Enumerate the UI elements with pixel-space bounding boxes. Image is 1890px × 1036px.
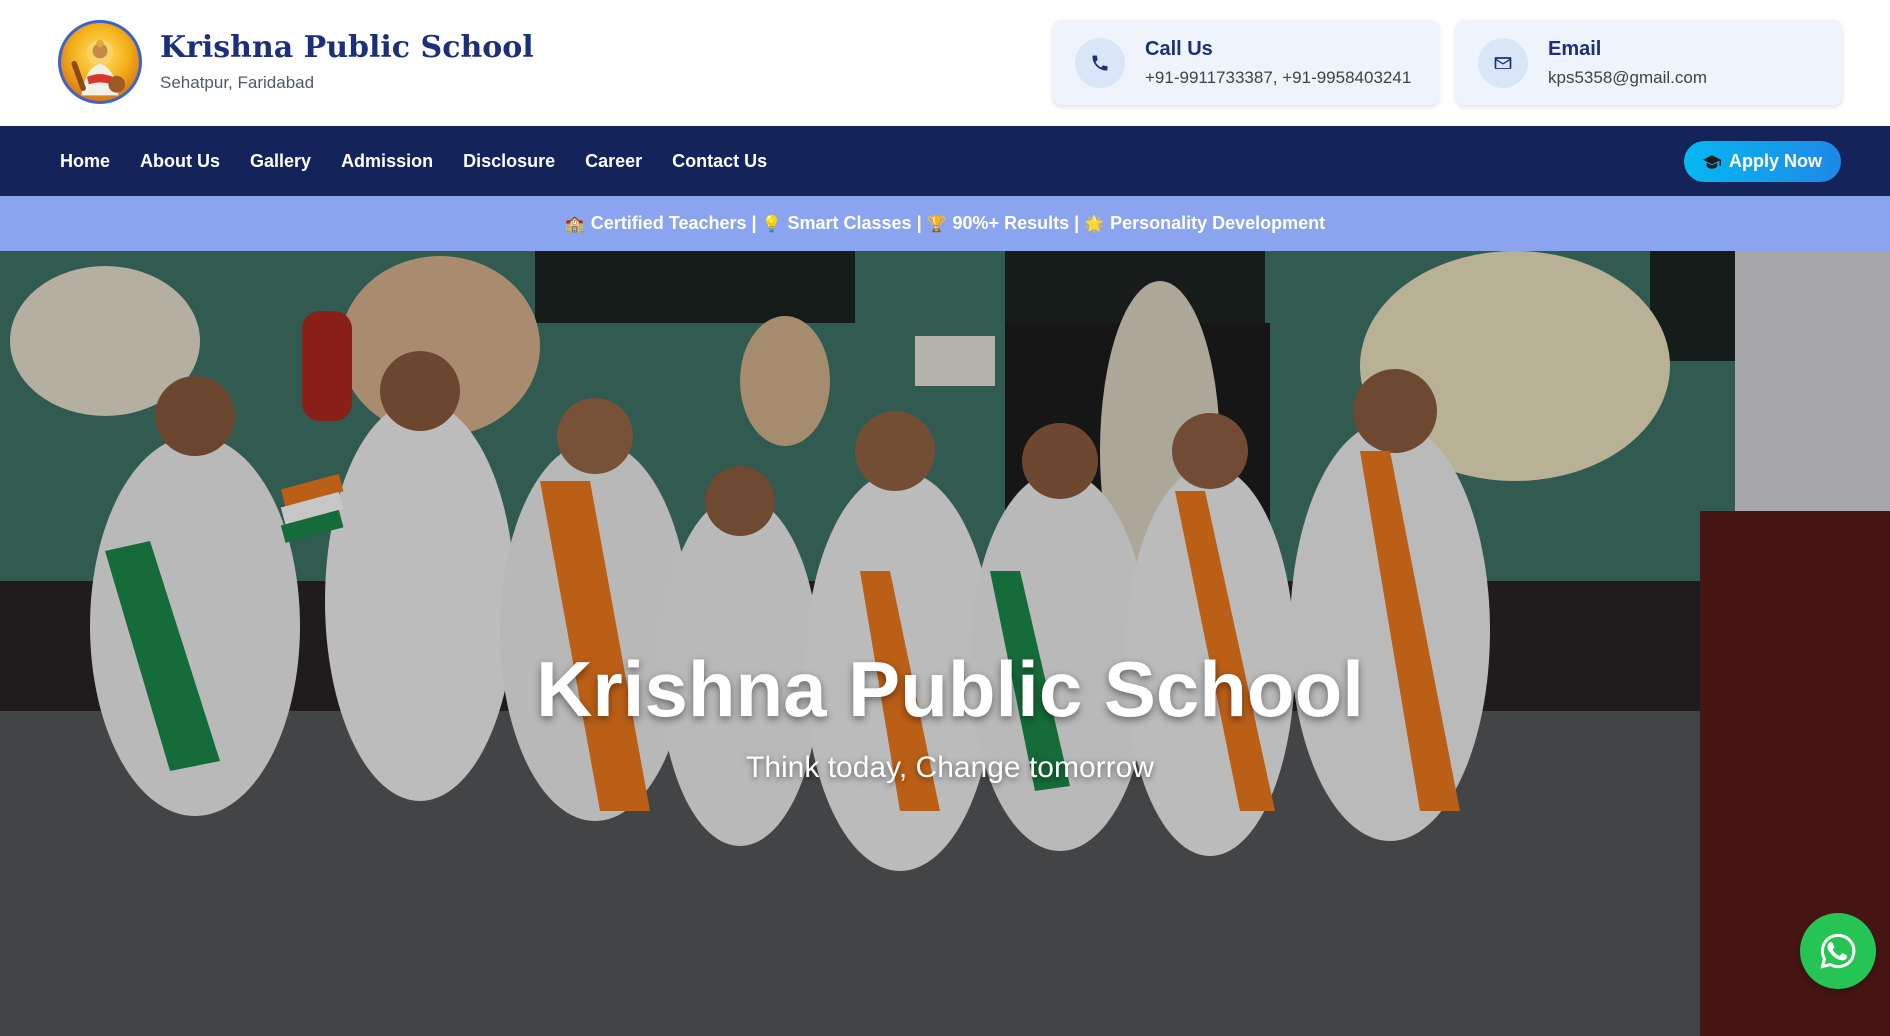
nav-item-about-us[interactable]: About Us [140,151,220,172]
highlight-label: Personality Development [1110,213,1326,233]
apply-now-label: Apply Now [1729,151,1822,171]
highlight-label: Certified Teachers [590,213,747,233]
highlight-personality-development: 🌟 Personality Development [1084,213,1325,234]
nav-item-home[interactable]: Home [60,151,110,172]
school-location: Sehatpur, Faridabad [160,73,315,92]
highlight-label: Smart Classes [787,213,912,233]
nav-item-admission[interactable]: Admission [341,151,433,172]
apply-now-button[interactable]: Apply Now [1684,141,1841,182]
school-icon: 🏫 [564,214,585,233]
nav-item-contact-us[interactable]: Contact Us [672,151,767,172]
hero-banner: Krishna Public School Think today, Chang… [0,251,1890,1036]
email-address[interactable]: kps5358@gmail.com [1548,68,1707,88]
school-name[interactable]: Krishna Public School [160,30,534,65]
star-icon: 🌟 [1084,214,1105,233]
lightbulb-icon: 💡 [761,214,782,233]
highlight-separator: | [1074,213,1080,233]
highlight-label: 90%+ Results [952,213,1070,233]
nav-item-disclosure[interactable]: Disclosure [463,151,555,172]
hero-tagline: Think today, Change tomorrow [746,751,1154,784]
main-navbar: Home About Us Gallery Admission Disclosu… [0,126,1890,196]
phone-icon [1075,38,1125,88]
highlight-separator: | [916,213,922,233]
nav-menu: Home About Us Gallery Admission Disclosu… [60,126,797,196]
call-us-title: Call Us [1145,38,1213,60]
envelope-icon [1478,38,1528,88]
call-us-card[interactable]: Call Us +91-9911733387, +91-9958403241 [1053,20,1439,105]
hero-title: Krishna Public School [536,645,1364,733]
email-title: Email [1548,38,1602,60]
nav-item-career[interactable]: Career [585,151,642,172]
top-header: Krishna Public School Sehatpur, Faridaba… [0,0,1890,126]
whatsapp-button[interactable] [1800,913,1876,989]
email-card[interactable]: Email kps5358@gmail.com [1456,20,1842,105]
saraswati-logo-icon[interactable] [58,20,142,104]
highlights-strip: 🏫 Certified Teachers | 💡 Smart Classes |… [0,196,1890,251]
highlight-smart-classes: 💡 Smart Classes [762,213,912,234]
highlight-results: 🏆 90%+ Results [927,213,1069,234]
nav-item-gallery[interactable]: Gallery [250,151,311,172]
highlight-certified-teachers: 🏫 Certified Teachers [565,213,747,234]
highlight-separator: | [751,213,757,233]
graduation-cap-icon [1703,154,1721,169]
whatsapp-icon [1820,933,1856,969]
trophy-icon: 🏆 [926,214,947,233]
phone-numbers[interactable]: +91-9911733387, +91-9958403241 [1145,68,1411,88]
